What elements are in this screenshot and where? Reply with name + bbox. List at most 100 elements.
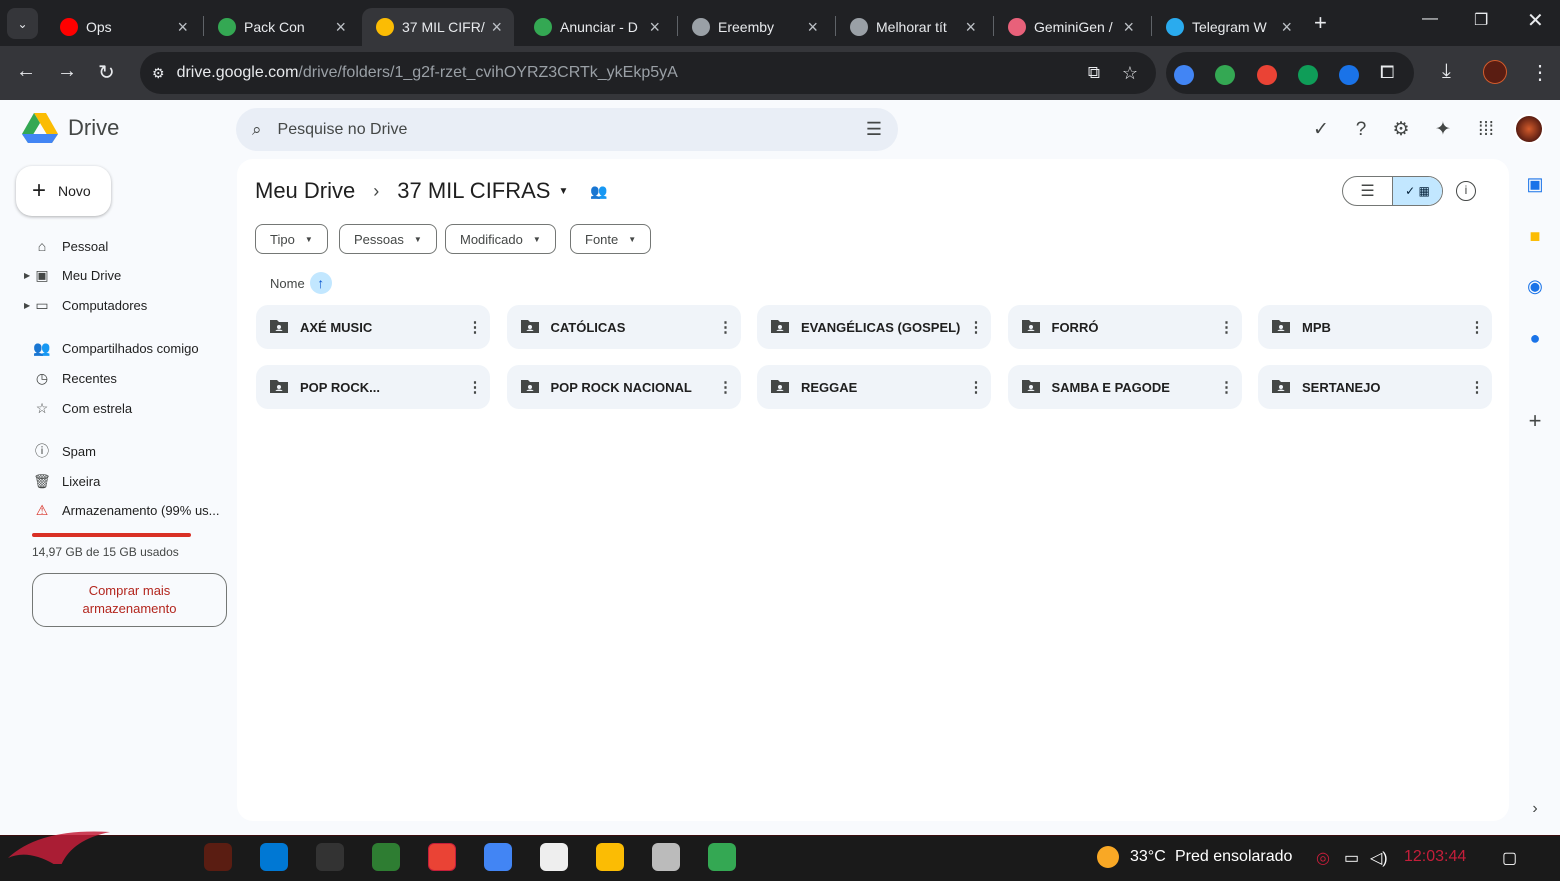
search-input[interactable]: Pesquise no Drive: [278, 121, 408, 139]
close-tab-icon[interactable]: ×: [649, 17, 660, 38]
folder-card[interactable]: SAMBA E PAGODE ⋮: [1007, 365, 1242, 409]
address-bar[interactable]: ⚙ drive.google.com/drive/folders/1_g2f-r…: [140, 52, 1156, 94]
more-actions-icon[interactable]: ⋮: [1462, 318, 1492, 336]
tasks-icon[interactable]: ◉: [1520, 276, 1550, 297]
close-tab-icon[interactable]: ×: [1123, 17, 1134, 38]
search-options-icon[interactable]: ☰: [866, 119, 882, 140]
expand-caret-icon[interactable]: ▶: [24, 271, 30, 280]
extension-1-icon[interactable]: [1174, 65, 1194, 85]
more-actions-icon[interactable]: ⋮: [460, 378, 490, 396]
browser-tab[interactable]: Ops ×: [46, 8, 200, 46]
profile-avatar[interactable]: [1483, 60, 1507, 84]
offline-status-icon[interactable]: ✓: [1310, 119, 1332, 141]
contacts-icon[interactable]: ●: [1520, 328, 1550, 349]
terminal-icon[interactable]: [316, 843, 344, 871]
vscode-icon[interactable]: [260, 843, 288, 871]
browser-tab[interactable]: GeminiGen / ×: [994, 8, 1146, 46]
arrow-up-icon[interactable]: ↑: [309, 272, 332, 294]
view-toggle[interactable]: ☰ ✓ ▦: [1342, 176, 1443, 206]
extension-4-icon[interactable]: [1298, 65, 1318, 85]
sort-by-name[interactable]: Nome ↑: [270, 272, 332, 294]
site-info-icon[interactable]: ⚙: [152, 65, 165, 82]
close-tab-icon[interactable]: ×: [177, 17, 188, 38]
capcut-icon[interactable]: [540, 843, 568, 871]
forward-icon[interactable]: →: [57, 60, 77, 83]
more-actions-icon[interactable]: ⋮: [1212, 318, 1242, 336]
expand-caret-icon[interactable]: ▶: [24, 301, 30, 310]
gemini-sparkle-icon[interactable]: ✦: [1432, 119, 1454, 141]
close-tab-icon[interactable]: ×: [335, 17, 346, 38]
filter-chip[interactable]: Modificado ▼: [445, 224, 556, 254]
folder-card[interactable]: POP ROCK NACIONAL ⋮: [506, 365, 741, 409]
sidebar-item[interactable]: ▶ ▭ Computadores: [24, 291, 224, 319]
browser-tab[interactable]: Melhorar tít ×: [836, 8, 988, 46]
buy-storage-button[interactable]: Comprar mais armazenamento: [32, 573, 227, 627]
folder-card[interactable]: FORRÓ ⋮: [1007, 305, 1242, 349]
network-icon[interactable]: ▭: [1344, 848, 1359, 868]
more-actions-icon[interactable]: ⋮: [961, 378, 991, 396]
info-icon[interactable]: i: [1456, 181, 1476, 201]
collapse-panel-icon[interactable]: ›: [1520, 800, 1550, 818]
search-icon[interactable]: ⌕: [252, 120, 262, 140]
close-tab-icon[interactable]: ×: [1281, 17, 1292, 38]
more-actions-icon[interactable]: ⋮: [711, 378, 741, 396]
close-tab-icon[interactable]: ×: [491, 17, 502, 38]
folder-card[interactable]: MPB ⋮: [1258, 305, 1492, 349]
filter-chip[interactable]: Pessoas ▼: [339, 224, 437, 254]
more-actions-icon[interactable]: ⋮: [711, 318, 741, 336]
browser-menu-icon[interactable]: ⋮: [1530, 60, 1550, 85]
browser-tab[interactable]: Telegram W ×: [1152, 8, 1304, 46]
sidebar-item[interactable]: 🗑 Lixeira: [24, 467, 224, 495]
caret-down-icon[interactable]: ▼: [558, 186, 568, 197]
extension-5-icon[interactable]: [1339, 65, 1359, 85]
sidebar-item[interactable]: ▶ ▣ Meu Drive: [24, 261, 224, 289]
reload-icon[interactable]: ↻: [98, 60, 115, 85]
close-window-icon[interactable]: ✕: [1527, 8, 1544, 33]
chrome-active-icon[interactable]: [428, 843, 456, 871]
list-view-icon[interactable]: ☰: [1343, 177, 1392, 205]
keep-icon[interactable]: ■: [1520, 226, 1550, 247]
chrome-profile-4-icon[interactable]: [708, 843, 736, 871]
tray-app-icon[interactable]: ◎: [1316, 848, 1330, 868]
folder-card[interactable]: AXÉ MUSIC ⋮: [256, 305, 490, 349]
volume-icon[interactable]: ◁): [1370, 848, 1388, 868]
filter-chip[interactable]: Tipo ▼: [255, 224, 328, 254]
close-tab-icon[interactable]: ×: [807, 17, 818, 38]
new-button[interactable]: + Novo: [16, 166, 111, 216]
settings-gear-icon[interactable]: ⚙: [1390, 119, 1412, 141]
download-icon[interactable]: ⤓: [1442, 60, 1451, 83]
more-actions-icon[interactable]: ⋮: [1212, 378, 1242, 396]
breadcrumb-current[interactable]: 37 MIL CIFRAS: [397, 178, 550, 204]
folder-card[interactable]: CATÓLICAS ⋮: [506, 305, 741, 349]
tab-search-button[interactable]: ⌄: [7, 8, 38, 39]
folder-card[interactable]: EVANGÉLICAS (GOSPEL) ⋮: [757, 305, 991, 349]
chrome-profile-2-icon[interactable]: [484, 843, 512, 871]
chrome-profile-3-icon[interactable]: [596, 843, 624, 871]
help-icon[interactable]: ?: [1350, 119, 1372, 141]
grid-view-icon[interactable]: ✓ ▦: [1392, 177, 1442, 205]
folder-card[interactable]: POP ROCK... ⋮: [256, 365, 490, 409]
new-tab-button[interactable]: +: [1314, 10, 1327, 36]
browser-tab[interactable]: 37 MIL CIFR/ ×: [362, 8, 514, 46]
more-actions-icon[interactable]: ⋮: [1462, 378, 1492, 396]
breadcrumb-root[interactable]: Meu Drive: [255, 178, 355, 204]
notepad-icon[interactable]: [652, 843, 680, 871]
file-explorer-icon[interactable]: [372, 843, 400, 871]
sidebar-item[interactable]: ☆ Com estrela: [24, 394, 224, 422]
close-tab-icon[interactable]: ×: [965, 17, 976, 38]
folder-card[interactable]: SERTANEJO ⋮: [1258, 365, 1492, 409]
puzzle-icon[interactable]: ⧠: [1380, 62, 1394, 83]
restore-icon[interactable]: ❐: [1474, 10, 1488, 30]
add-addon-icon[interactable]: +: [1520, 408, 1550, 434]
sidebar-item[interactable]: ⓘ Spam: [24, 437, 224, 465]
filter-chip[interactable]: Fonte ▼: [570, 224, 652, 254]
calendar-icon[interactable]: ▣: [1520, 174, 1550, 195]
search-bar[interactable]: ⌕ Pesquise no Drive ☰: [236, 108, 898, 151]
sidebar-item[interactable]: ⚠ Armazenamento (99% us...: [24, 496, 224, 524]
browser-tab[interactable]: Ereemby ×: [678, 8, 830, 46]
sidebar-item[interactable]: ◷ Recentes: [24, 364, 224, 392]
notifications-icon[interactable]: ▢: [1502, 848, 1517, 868]
more-actions-icon[interactable]: ⋮: [961, 318, 991, 336]
bookmark-star-icon[interactable]: ☆: [1122, 63, 1138, 84]
folder-card[interactable]: REGGAE ⋮: [757, 365, 991, 409]
